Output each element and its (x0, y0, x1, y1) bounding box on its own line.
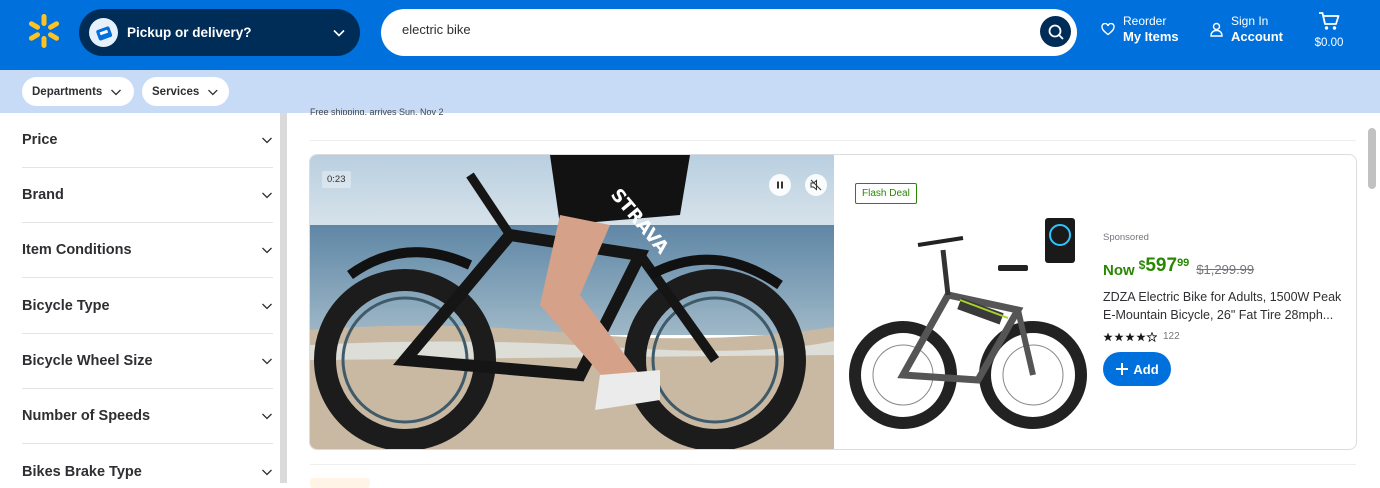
cart-amount: $0.00 (1314, 37, 1344, 49)
pickup-store-icon (89, 18, 118, 47)
filter-label: Brand (22, 187, 64, 203)
chevron-down-icon (262, 192, 272, 199)
divider (310, 140, 1356, 141)
filter-label: Item Conditions (22, 242, 132, 258)
chevron-down-icon (262, 358, 272, 365)
filter-bicycle-wheel-size[interactable]: Bicycle Wheel Size (22, 334, 273, 389)
chevron-down-icon (262, 137, 272, 144)
sponsored-label: Sponsored (1103, 232, 1149, 243)
cart-button[interactable]: $0.00 (1312, 11, 1346, 49)
pause-icon (777, 181, 783, 189)
filter-label: Bicycle Wheel Size (22, 353, 153, 369)
account-label: Account (1231, 29, 1283, 44)
filter-label: Bicycle Type (22, 298, 110, 314)
add-to-cart-button[interactable]: Add (1103, 352, 1171, 386)
filter-label: Bikes Brake Type (22, 463, 142, 480)
shipping-info-partial: Free shipping, arrives Sun, Nov 2 (310, 108, 444, 115)
my-items-label: My Items (1123, 29, 1179, 44)
walmart-spark-logo[interactable] (26, 13, 62, 49)
pickup-label: Pickup or delivery? (127, 25, 252, 40)
muted-speaker-icon (810, 179, 822, 191)
price-dollar-sign: $ (1138, 258, 1146, 272)
filter-item-conditions[interactable]: Item Conditions (22, 223, 273, 278)
chevron-down-icon (262, 303, 272, 310)
filter-sidebar: Price Brand Item Conditions Bicycle Type… (0, 113, 280, 483)
product-rating[interactable]: 122 (1103, 331, 1180, 342)
chevron-down-icon (262, 413, 272, 420)
departments-dropdown[interactable]: Departments (22, 77, 134, 106)
sidebar-scrollbar[interactable] (280, 113, 287, 483)
sign-in-label: Sign In (1231, 14, 1269, 28)
chevron-down-icon (111, 89, 122, 95)
reorder-my-items-link[interactable]: Reorder My Items (1101, 14, 1179, 45)
chevron-down-icon (333, 29, 345, 37)
flash-deal-badge: Flash Deal (855, 183, 917, 204)
sub-navigation-bar: Departments Services (0, 70, 1380, 113)
filter-label: Number of Speeds (22, 408, 151, 424)
price-was: $1,299.99 (1196, 262, 1255, 277)
heart-icon (1101, 23, 1115, 36)
header-bar: Pickup or delivery? Reorder My Items Sig… (0, 0, 1380, 70)
filter-bikes-brake-type[interactable]: Bikes Brake Type (22, 444, 273, 483)
plus-icon (1116, 363, 1129, 375)
cart-icon (1319, 12, 1340, 30)
chevron-down-icon (262, 469, 272, 475)
chevron-down-icon (208, 89, 218, 95)
mute-button[interactable] (805, 174, 827, 196)
filter-price[interactable]: Price (22, 113, 273, 168)
services-dropdown[interactable]: Services (142, 77, 229, 106)
video-timestamp: 0:23 (322, 171, 351, 188)
search-bar (381, 9, 1077, 56)
pickup-delivery-button[interactable]: Pickup or delivery? (79, 9, 360, 56)
filter-number-of-speeds[interactable]: Number of Speeds (22, 389, 273, 444)
review-count: 122 (1163, 331, 1180, 342)
sign-in-account-link[interactable]: Sign In Account (1210, 14, 1283, 45)
price-whole: 597 (1145, 255, 1178, 276)
search-button[interactable] (1040, 16, 1071, 47)
sponsored-video[interactable]: STRAVA 0:23 (310, 155, 834, 449)
filter-label: Price (22, 132, 58, 148)
services-label: Services (152, 85, 200, 98)
reorder-label: Reorder (1123, 14, 1167, 28)
sponsored-product-card: STRAVA 0:23 Flash Deal Sponsored Now $ 5… (309, 154, 1357, 450)
search-input[interactable] (402, 22, 1002, 37)
product-title-link[interactable]: ZDZA Electric Bike for Adults, 1500W Pea… (1103, 288, 1353, 324)
star-rating-icon (1103, 331, 1157, 342)
pause-button[interactable] (769, 174, 791, 196)
divider (310, 464, 1356, 465)
price-now-label: Now (1103, 262, 1135, 279)
product-price: Now $ 597 99 $1,299.99 (1103, 255, 1254, 279)
bike-video-frame: STRAVA (310, 155, 834, 449)
chevron-down-icon (262, 247, 272, 254)
product-image[interactable] (848, 210, 1088, 440)
price-cents: 99 (1177, 257, 1190, 269)
user-icon (1210, 22, 1223, 37)
search-icon (1048, 24, 1064, 40)
departments-label: Departments (32, 85, 103, 98)
page-scrollbar-thumb[interactable] (1368, 128, 1376, 189)
filter-bicycle-type[interactable]: Bicycle Type (22, 279, 273, 334)
filter-brand[interactable]: Brand (22, 168, 273, 223)
add-label: Add (1133, 361, 1159, 377)
next-item-badge (310, 478, 370, 488)
